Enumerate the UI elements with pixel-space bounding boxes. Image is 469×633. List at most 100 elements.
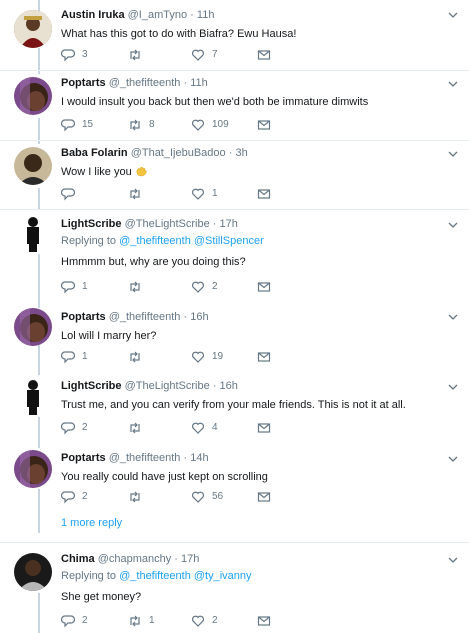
- retweet-button[interactable]: [128, 489, 149, 505]
- waving-hand-emoji: [136, 166, 147, 177]
- author-name[interactable]: Baba Folarin: [61, 147, 128, 159]
- author-name[interactable]: Austin Iruka: [61, 9, 125, 21]
- retweet-button[interactable]: 1: [128, 613, 155, 629]
- like-button[interactable]: 56: [191, 489, 223, 505]
- avatar[interactable]: [14, 147, 52, 185]
- tweet[interactable]: Austin Iruka @I_amTyno · 11h What has th…: [0, 0, 469, 70]
- timestamp[interactable]: 17h: [220, 218, 238, 230]
- retweet-icon: [130, 351, 140, 363]
- avatar[interactable]: [14, 450, 52, 488]
- retweet-button[interactable]: [128, 349, 149, 365]
- reply-button[interactable]: 1: [61, 279, 88, 295]
- mention-link[interactable]: @_thefifteenth: [119, 235, 191, 247]
- chevron-down-icon[interactable]: [447, 10, 459, 20]
- timestamp[interactable]: 14h: [190, 452, 208, 464]
- reply-count: 2: [82, 422, 88, 433]
- reply-icon: [61, 119, 75, 132]
- envelope-icon: [257, 423, 271, 433]
- author-name[interactable]: Poptarts: [61, 452, 106, 464]
- mention-link[interactable]: @ty_ivanny: [194, 570, 252, 582]
- more-replies-link[interactable]: 1 more reply: [61, 517, 122, 529]
- tweet[interactable]: Poptarts @_thefifteenth · 14h You really…: [0, 444, 469, 542]
- like-button[interactable]: 4: [191, 420, 218, 436]
- tweet[interactable]: LightScribe @TheLightScribe · 16h Trust …: [0, 372, 469, 444]
- tweet-text: What has this got to do with Biafra? Ewu…: [61, 28, 297, 40]
- avatar[interactable]: [14, 377, 52, 415]
- timestamp[interactable]: 3h: [235, 147, 247, 159]
- reply-icon: [61, 188, 75, 201]
- chevron-down-icon[interactable]: [447, 454, 459, 464]
- retweet-button[interactable]: 8: [128, 117, 155, 133]
- author-handle[interactable]: @TheLightScribe: [125, 218, 210, 230]
- author-handle[interactable]: @TheLightScribe: [125, 380, 210, 392]
- direct-message-button[interactable]: [257, 117, 271, 133]
- retweet-count: 1: [149, 615, 155, 626]
- like-button[interactable]: 2: [191, 279, 218, 295]
- reply-button[interactable]: 2: [61, 489, 88, 505]
- separator-dot: ·: [212, 380, 217, 392]
- direct-message-button[interactable]: [257, 279, 271, 295]
- author-name[interactable]: LightScribe: [61, 380, 122, 392]
- direct-message-button[interactable]: [257, 489, 271, 505]
- reply-button[interactable]: 2: [61, 613, 88, 629]
- like-count: 109: [212, 119, 229, 130]
- avatar[interactable]: [14, 308, 52, 346]
- like-button[interactable]: 1: [191, 186, 218, 202]
- avatar[interactable]: [14, 10, 52, 48]
- timestamp[interactable]: 16h: [190, 311, 208, 323]
- retweet-button[interactable]: [128, 47, 149, 63]
- retweet-button[interactable]: [128, 186, 149, 202]
- tweet[interactable]: Chima @chapmanchy · 17h Replying to @_th…: [0, 543, 469, 633]
- author-name[interactable]: Poptarts: [61, 77, 106, 89]
- like-button[interactable]: 7: [191, 47, 218, 63]
- avatar[interactable]: [14, 214, 52, 252]
- timestamp[interactable]: 16h: [220, 380, 238, 392]
- like-button[interactable]: 19: [191, 349, 223, 365]
- separator-dot: ·: [212, 218, 217, 230]
- chevron-down-icon[interactable]: [447, 79, 459, 89]
- avatar[interactable]: [14, 77, 52, 115]
- chevron-down-icon[interactable]: [447, 220, 459, 230]
- direct-message-button[interactable]: [257, 349, 271, 365]
- timestamp[interactable]: 11h: [197, 9, 215, 21]
- author-name[interactable]: Poptarts: [61, 311, 106, 323]
- direct-message-button[interactable]: [257, 186, 271, 202]
- author-name[interactable]: LightScribe: [61, 218, 122, 230]
- author-handle[interactable]: @_thefifteenth: [109, 77, 181, 89]
- author-handle[interactable]: @That_IjebuBadoo: [131, 147, 226, 159]
- retweet-button[interactable]: [128, 420, 149, 436]
- tweet[interactable]: Poptarts @_thefifteenth · 11h I would in…: [0, 71, 469, 140]
- like-button[interactable]: 109: [191, 117, 229, 133]
- separator-dot: ·: [174, 553, 178, 565]
- timestamp[interactable]: 17h: [181, 553, 199, 565]
- chevron-down-icon[interactable]: [447, 312, 459, 322]
- avatar[interactable]: [14, 553, 52, 591]
- direct-message-button[interactable]: [257, 613, 271, 629]
- direct-message-button[interactable]: [257, 47, 271, 63]
- reply-button[interactable]: 1: [61, 349, 88, 365]
- author-name[interactable]: Chima: [61, 553, 95, 565]
- reply-button[interactable]: 3: [61, 47, 88, 63]
- retweet-button[interactable]: [128, 279, 149, 295]
- reply-icon: [61, 351, 75, 364]
- author-handle[interactable]: @_thefifteenth: [109, 452, 181, 464]
- author-handle[interactable]: @I_amTyno: [128, 9, 187, 21]
- chevron-down-icon[interactable]: [447, 149, 459, 159]
- retweet-icon: [130, 491, 140, 503]
- like-button[interactable]: 2: [191, 613, 218, 629]
- timestamp[interactable]: 11h: [190, 77, 208, 89]
- tweet[interactable]: LightScribe @TheLightScribe · 17h Replyi…: [0, 210, 469, 300]
- mention-link[interactable]: @_thefifteenth: [119, 570, 191, 582]
- author-handle[interactable]: @chapmanchy: [98, 553, 172, 565]
- tweet[interactable]: Poptarts @_thefifteenth · 16h Lol will I…: [0, 300, 469, 372]
- reply-button[interactable]: 15: [61, 117, 93, 133]
- reply-button[interactable]: 2: [61, 420, 88, 436]
- reply-button[interactable]: [61, 186, 82, 202]
- tweet[interactable]: Baba Folarin @That_IjebuBadoo · 3h Wow I…: [0, 141, 469, 209]
- chevron-down-icon[interactable]: [447, 555, 459, 565]
- chevron-down-icon[interactable]: [447, 382, 459, 392]
- author-handle[interactable]: @_thefifteenth: [109, 311, 181, 323]
- mention-link[interactable]: @StillSpencer: [194, 235, 264, 247]
- direct-message-button[interactable]: [257, 420, 271, 436]
- retweet-icon: [130, 119, 140, 131]
